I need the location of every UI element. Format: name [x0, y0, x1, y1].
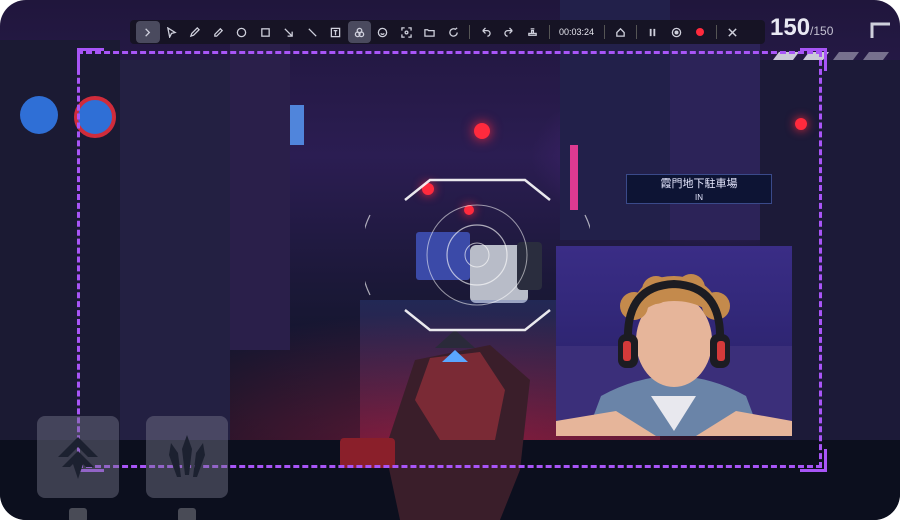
blur-icon[interactable] — [347, 21, 371, 43]
emoji-icon[interactable] — [371, 21, 395, 43]
game-scene: 霞門地下駐車場 IN 150/150 00:03:24 — [0, 0, 900, 520]
redo-icon[interactable] — [498, 21, 522, 43]
ability-1-key — [69, 508, 87, 520]
replay-icon[interactable] — [442, 21, 466, 43]
streamer-camera-feed — [556, 274, 792, 436]
toolbar-divider — [636, 25, 637, 39]
stamp-icon[interactable] — [521, 21, 545, 43]
line-icon[interactable] — [301, 21, 325, 43]
dash-ability-icon — [58, 437, 98, 479]
text-icon[interactable] — [324, 21, 348, 43]
expand-icon[interactable] — [136, 21, 160, 43]
home-icon[interactable] — [609, 21, 633, 43]
close-icon[interactable] — [721, 21, 745, 43]
folder-icon[interactable] — [418, 21, 442, 43]
capture-handle-top-left[interactable] — [77, 48, 104, 71]
screenshot-icon[interactable] — [395, 21, 419, 43]
arrow-icon[interactable] — [277, 21, 301, 43]
ammo-total: /150 — [810, 24, 834, 38]
toolbar-divider — [603, 25, 605, 39]
recording-toolbar: 00:03:24 — [130, 20, 765, 44]
pencil-icon[interactable] — [207, 21, 231, 43]
capture-handle-bottom-right[interactable] — [800, 449, 827, 472]
capture-handle-top-right[interactable] — [800, 48, 827, 71]
ability-slot-1[interactable] — [37, 416, 119, 498]
recording-timer: 00:03:24 — [558, 27, 595, 37]
corner-chevron-icon — [870, 22, 890, 38]
toolbar-divider — [715, 25, 717, 39]
undo-icon[interactable] — [474, 21, 498, 43]
ability-2-key — [178, 508, 196, 520]
triple-blade-ability-icon — [169, 435, 205, 477]
ammo-current: 150 — [770, 14, 811, 41]
webcam-overlay[interactable] — [556, 246, 792, 436]
pen-icon[interactable] — [183, 21, 207, 43]
toolbar-divider — [548, 25, 550, 39]
select-icon[interactable] — [160, 21, 184, 43]
ellipse-icon[interactable] — [230, 21, 254, 43]
stop-record-icon[interactable] — [688, 21, 712, 43]
toolbar-divider — [469, 25, 470, 39]
rectangle-icon[interactable] — [254, 21, 278, 43]
ammo-counter: 150/150 — [770, 14, 833, 42]
ability-slot-2[interactable] — [146, 416, 228, 498]
pause-icon[interactable] — [641, 21, 665, 43]
record-status-icon[interactable] — [665, 21, 689, 43]
